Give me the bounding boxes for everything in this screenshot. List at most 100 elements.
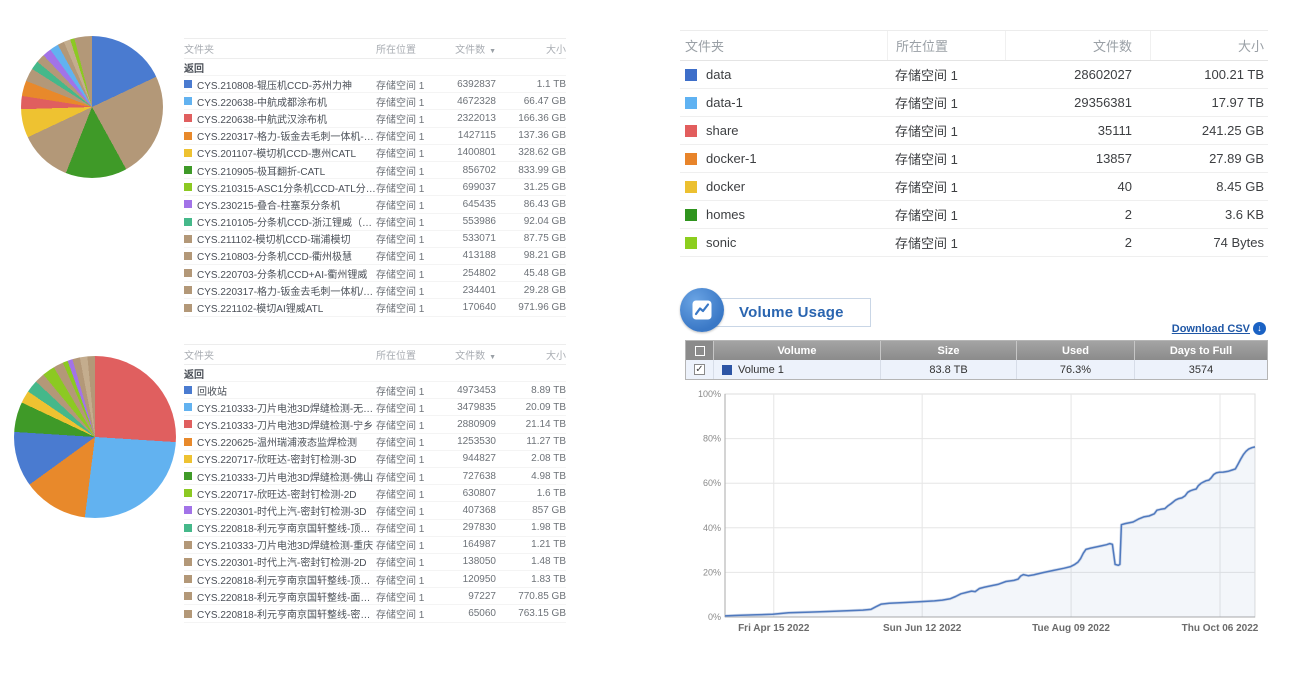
table-row[interactable]: CYS.210808-辊压机CCD-苏州力神存储空间 163928371.1 T… [184,76,566,93]
folder-location: 存储空间 1 [376,197,436,212]
column-header-location[interactable]: 所在位置 [376,347,436,362]
folder-size: 137.36 GB [496,130,566,141]
folder-name: CYS.210333-刀片电池3D焊缝检测-重庆 [197,537,373,552]
volume-size: 83.8 TB [880,360,1016,379]
folder-color-swatch [685,181,697,193]
column-header-location[interactable]: 所在位置 [887,31,1005,60]
storage-analyzer-page: 文件夹所在位置文件数 ▼大小返回CYS.210808-辊压机CCD-苏州力神存储… [0,0,1300,686]
folder-name: CYS.220317-格力-钣金去毛刺一体机-缺陷检测 [197,128,376,143]
column-header-filecount[interactable]: 文件数 [1005,31,1150,60]
table-row[interactable]: CYS.210905-极耳翻折-CATL存储空间 1856702833.99 G… [184,162,566,179]
volume-row[interactable]: ✓Volume 183.8 TB76.3%3574 [686,360,1267,379]
folder-color-swatch [685,69,697,81]
column-header-size[interactable]: 大小 [496,347,566,362]
table-row[interactable]: CYS.210333-刀片电池3D焊缝检测-佛山存储空间 17276384.98… [184,468,566,485]
column-header-size[interactable]: Size [880,341,1016,360]
column-header-folder[interactable]: 文件夹 [184,41,376,56]
table-row[interactable]: CYS.220625-温州瑞浦液态监焊检测存储空间 1125353011.27 … [184,434,566,451]
table-row[interactable]: CYS.220703-分条机CCD+AI-衢州锂威存储空间 125480245.… [184,265,566,282]
volume-checkbox[interactable]: ✓ [694,364,705,375]
folder-filecount: 699037 [436,182,496,193]
folder-location: 存储空间 1 [376,572,436,587]
table-row[interactable]: CYS.221102-模切AI锂威ATL存储空间 1170640971.96 G… [184,299,566,316]
folder-name: CYS.210333-刀片电池3D焊缝检测-佛山 [197,469,373,484]
folder-name: CYS.210803-分条机CCD-衢州极慧 [197,248,352,263]
table-row[interactable]: CYS.220717-欣旺达-密封钉检测-2D存储空间 16308071.6 T… [184,485,566,502]
table-row[interactable]: CYS.220818-利元亨南京国轩整线-密封钉存储空间 165060763.1… [184,605,566,622]
table-row[interactable]: CYS.220317-格力-钣金去毛刺一体机-缺陷检测存储空间 11427115… [184,128,566,145]
table-row[interactable]: share存储空间 135111241.25 GB [680,117,1268,145]
table-row[interactable]: sonic存储空间 1274 Bytes [680,229,1268,257]
folder-name: CYS.220717-欣旺达-密封钉检测-3D [197,451,356,466]
column-header-used[interactable]: Used [1016,341,1134,360]
y-axis-tick: 80% [703,434,721,444]
table-row[interactable]: CYS.210333-刀片电池3D焊缝检测-重庆存储空间 11649871.21… [184,537,566,554]
column-header-folder[interactable]: 文件夹 [184,347,376,362]
table-row[interactable]: CYS.210333-刀片电池3D焊缝检测-宁乡存储空间 1288090921.… [184,416,566,433]
folder-color-swatch [184,149,192,157]
folder-usage-pie-chart-bottom [14,356,176,518]
table-row[interactable]: CYS.211102-模切机CCD-瑞浦模切存储空间 153307187.75 … [184,231,566,248]
folder-name-cell: share [680,123,887,138]
table-row[interactable]: CYS.210803-分条机CCD-衢州极慧存储空间 141318898.21 … [184,248,566,265]
folder-color-swatch [184,97,192,105]
table-row[interactable]: CYS.220638-中航成都涂布机存储空间 1467232866.47 GB [184,93,566,110]
download-arrow-icon[interactable]: ↓ [1253,322,1266,335]
table-row[interactable]: CYS.220638-中航武汉涂布机存储空间 12322013166.36 GB [184,110,566,127]
volume-usage-table: Volume Size Used Days to Full ✓Volume 18… [685,340,1268,380]
back-row[interactable]: 返回 [184,59,566,76]
table-row[interactable]: CYS.230215-叠合-柱塞泵分条机存储空间 164543586.43 GB [184,196,566,213]
folder-name-cell: CYS.220818-利元亨南京国轩整线-顶盖焊-2D [184,572,376,587]
column-header-filecount[interactable]: 文件数 ▼ [436,347,496,362]
download-csv-link[interactable]: Download CSV ↓ [1172,322,1266,335]
column-header-size[interactable]: 大小 [496,41,566,56]
folder-color-swatch [184,592,192,600]
folder-name-cell: data [680,67,887,82]
table-row[interactable]: CYS.220301-时代上汽-密封钉检测-2D存储空间 11380501.48… [184,554,566,571]
table-row[interactable]: 回收站存储空间 149734538.89 TB [184,382,566,399]
column-header-folder[interactable]: 文件夹 [680,31,887,60]
folder-table-top-left: 文件夹所在位置文件数 ▼大小返回CYS.210808-辊压机CCD-苏州力神存储… [184,38,566,317]
folder-name-cell: CYS.220703-分条机CCD+AI-衢州锂威 [184,266,376,281]
table-row[interactable]: CYS.220301-时代上汽-密封钉检测-3D存储空间 1407368857 … [184,502,566,519]
table-row[interactable]: data存储空间 128602027100.21 TB [680,61,1268,89]
back-row[interactable]: 返回 [184,365,566,382]
table-row[interactable]: CYS.210105-分条机CCD-浙江锂威（兰溪）存储空间 155398692… [184,214,566,231]
folder-size: 98.21 GB [496,250,566,261]
column-header-location[interactable]: 所在位置 [376,41,436,56]
folder-name: docker-1 [706,151,757,166]
column-header-volume[interactable]: Volume [713,341,880,360]
column-header-size[interactable]: 大小 [1150,31,1268,60]
table-row[interactable]: docker-1存储空间 11385727.89 GB [680,145,1268,173]
folder-name: CYS.210333-刀片电池3D焊缝检测-无为-2期 [197,400,376,415]
table-row[interactable]: CYS.220717-欣旺达-密封钉检测-3D存储空间 19448272.08 … [184,451,566,468]
table-row[interactable]: CYS.220818-利元亨南京国轩整线-面板蓝光检查-...存储空间 1972… [184,588,566,605]
folder-name-cell: CYS.210333-刀片电池3D焊缝检测-佛山 [184,469,376,484]
folder-filecount: 2322013 [436,113,496,124]
column-header-days-to-full[interactable]: Days to Full [1134,341,1267,360]
folder-location: 存储空间 1 [376,520,436,535]
folder-name: CYS.230215-叠合-柱塞泵分条机 [197,197,340,212]
table-row[interactable]: docker存储空间 1408.45 GB [680,173,1268,201]
folder-color-swatch [184,575,192,583]
table-row[interactable]: homes存储空间 123.6 KB [680,201,1268,229]
folder-location: 存储空间 1 [376,214,436,229]
table-row[interactable]: CYS.220818-利元亨南京国轩整线-顶盖焊-3D存储空间 12978301… [184,520,566,537]
folder-filecount: 1253530 [436,436,496,447]
column-header-filecount[interactable]: 文件数 ▼ [436,41,496,56]
download-csv-label[interactable]: Download CSV [1172,323,1250,335]
table-row[interactable]: CYS.220317-格力-钣金去毛刺一体机/定位存储空间 123440129.… [184,282,566,299]
folder-filecount: 6392837 [436,79,496,90]
y-axis-tick: 0% [708,612,721,622]
folder-filecount: 2 [1005,235,1150,250]
select-all-checkbox[interactable] [686,341,713,360]
table-row[interactable]: CYS.220818-利元亨南京国轩整线-顶盖焊-2D存储空间 11209501… [184,571,566,588]
table-row[interactable]: CYS.210315-ASC1分条机CCD-ATL分条机存储空间 1699037… [184,179,566,196]
table-row[interactable]: CYS.210333-刀片电池3D焊缝检测-无为-2期存储空间 13479835… [184,399,566,416]
x-axis-tick: Tue Aug 09 2022 [1032,623,1110,634]
shared-folder-table: 文件夹所在位置文件数大小data存储空间 128602027100.21 TBd… [680,30,1268,257]
folder-color-swatch [184,524,192,532]
folder-location: 存储空间 1 [376,589,436,604]
table-row[interactable]: CYS.201107-模切机CCD-惠州CATL存储空间 11400801328… [184,145,566,162]
table-row[interactable]: data-1存储空间 12935638117.97 TB [680,89,1268,117]
